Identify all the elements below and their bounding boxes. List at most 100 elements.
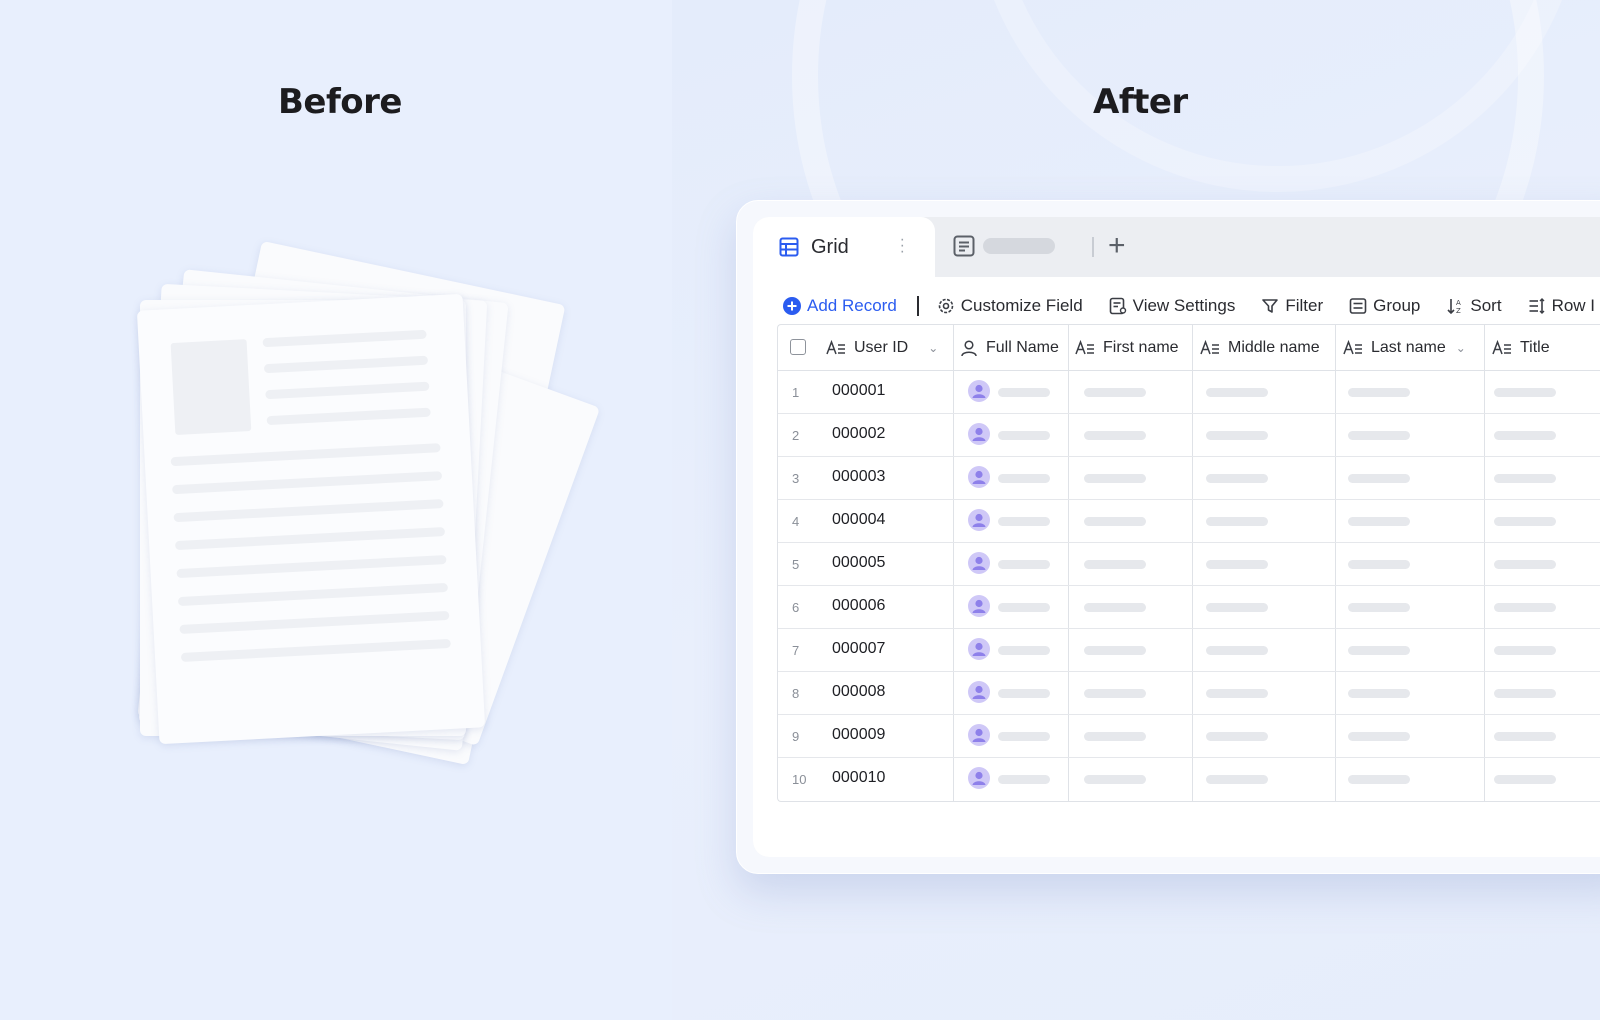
cell-placeholder[interactable] (1206, 732, 1268, 741)
user-id-cell[interactable]: 000002 (832, 425, 885, 443)
select-all-checkbox[interactable] (790, 339, 806, 355)
cell-placeholder[interactable] (1348, 646, 1410, 655)
paper-text-line (177, 582, 449, 607)
cell-placeholder[interactable] (998, 474, 1050, 483)
cell-placeholder[interactable] (1206, 431, 1268, 440)
table-row[interactable]: 8 000008 (778, 672, 1600, 715)
avatar (968, 552, 990, 574)
table-row[interactable]: 10 000010 (778, 758, 1600, 800)
cell-placeholder[interactable] (1348, 388, 1410, 397)
user-id-cell[interactable]: 000001 (832, 382, 885, 400)
table-row[interactable]: 2 000002 (778, 414, 1600, 457)
user-id-cell[interactable]: 000008 (832, 683, 885, 701)
user-id-cell[interactable]: 000007 (832, 640, 885, 658)
more-options-icon[interactable]: · · · (900, 232, 905, 260)
cell-placeholder[interactable] (1084, 646, 1146, 655)
cell-placeholder[interactable] (1206, 474, 1268, 483)
group-button[interactable]: Group (1349, 296, 1420, 316)
cell-placeholder[interactable] (1348, 732, 1410, 741)
cell-placeholder[interactable] (1494, 603, 1556, 612)
cell-placeholder[interactable] (1084, 732, 1146, 741)
cell-placeholder[interactable] (1084, 388, 1146, 397)
column-header-first-name[interactable]: First name (1075, 325, 1179, 370)
cell-placeholder[interactable] (1348, 560, 1410, 569)
cell-placeholder[interactable] (1494, 646, 1556, 655)
row-height-label: Row I (1551, 296, 1596, 315)
table-row[interactable]: 7 000007 (778, 629, 1600, 672)
column-header-user-id[interactable]: User ID ⌄ (826, 325, 938, 370)
cell-placeholder[interactable] (1084, 775, 1146, 784)
table-row[interactable]: 5 000005 (778, 543, 1600, 586)
table-row[interactable]: 4 000004 (778, 500, 1600, 543)
customize-field-button[interactable]: Customize Field (937, 296, 1083, 316)
table-row[interactable]: 9 000009 (778, 715, 1600, 758)
cell-placeholder[interactable] (1206, 775, 1268, 784)
view-settings-label: View Settings (1132, 296, 1236, 315)
cell-placeholder[interactable] (1348, 474, 1410, 483)
cell-placeholder[interactable] (1084, 689, 1146, 698)
cell-placeholder[interactable] (1348, 775, 1410, 784)
column-header-label: Title (1520, 338, 1550, 356)
table-row[interactable]: 1 000001 (778, 371, 1600, 414)
user-id-cell[interactable]: 000006 (832, 597, 885, 615)
user-id-cell[interactable]: 000003 (832, 468, 885, 486)
cell-placeholder[interactable] (1206, 689, 1268, 698)
cell-placeholder[interactable] (1348, 431, 1410, 440)
view-settings-button[interactable]: View Settings (1109, 296, 1236, 316)
cell-placeholder[interactable] (1348, 689, 1410, 698)
cell-placeholder[interactable] (998, 431, 1050, 440)
cell-placeholder[interactable] (998, 646, 1050, 655)
cell-placeholder[interactable] (1494, 732, 1556, 741)
column-header-full-name[interactable]: Full Name (960, 325, 1059, 370)
cell-placeholder[interactable] (1084, 517, 1146, 526)
cell-placeholder[interactable] (998, 775, 1050, 784)
cell-placeholder[interactable] (1084, 560, 1146, 569)
cell-placeholder[interactable] (998, 388, 1050, 397)
cell-placeholder[interactable] (1206, 388, 1268, 397)
table-row[interactable]: 6 000006 (778, 586, 1600, 629)
tab-form-view[interactable] (953, 235, 1055, 257)
cell-placeholder[interactable] (1084, 474, 1146, 483)
cell-placeholder[interactable] (1494, 388, 1556, 397)
column-header-title[interactable]: Title (1492, 325, 1550, 370)
user-id-cell[interactable]: 000010 (832, 769, 885, 787)
cell-placeholder[interactable] (998, 603, 1050, 612)
cell-placeholder[interactable] (1084, 431, 1146, 440)
column-header-label: Full Name (986, 338, 1059, 356)
row-number: 4 (792, 514, 800, 529)
cell-placeholder[interactable] (1206, 517, 1268, 526)
filter-button[interactable]: Filter (1261, 296, 1323, 316)
user-id-cell[interactable]: 000009 (832, 726, 885, 744)
user-id-cell[interactable]: 000004 (832, 511, 885, 529)
user-id-cell[interactable]: 000005 (832, 554, 885, 572)
cell-placeholder[interactable] (998, 732, 1050, 741)
cell-placeholder[interactable] (1206, 560, 1268, 569)
cell-placeholder[interactable] (1494, 775, 1556, 784)
chevron-down-icon[interactable]: ⌄ (928, 341, 938, 355)
cell-placeholder[interactable] (998, 689, 1050, 698)
cell-placeholder[interactable] (1084, 603, 1146, 612)
view-settings-icon (1109, 297, 1126, 315)
column-header-last-name[interactable]: Last name ⌄ (1343, 325, 1466, 370)
row-height-button[interactable]: Row I (1528, 296, 1595, 316)
tab-grid[interactable]: Grid · · · (753, 217, 935, 277)
sort-button[interactable]: A Z Sort (1446, 296, 1502, 316)
add-tab-icon[interactable]: + (1108, 231, 1126, 261)
cell-placeholder[interactable] (1206, 603, 1268, 612)
cell-placeholder[interactable] (1494, 431, 1556, 440)
cell-placeholder[interactable] (1206, 646, 1268, 655)
cell-placeholder[interactable] (1494, 474, 1556, 483)
row-number: 1 (792, 385, 800, 400)
column-header-middle-name[interactable]: Middle name (1200, 325, 1320, 370)
chevron-down-icon[interactable]: ⌄ (1456, 341, 1466, 355)
cell-placeholder[interactable] (1494, 689, 1556, 698)
add-record-button[interactable]: Add Record (783, 296, 897, 316)
cell-placeholder[interactable] (1494, 517, 1556, 526)
cell-placeholder[interactable] (1348, 603, 1410, 612)
cell-placeholder[interactable] (998, 517, 1050, 526)
cell-placeholder[interactable] (998, 560, 1050, 569)
text-field-icon (826, 339, 845, 354)
table-row[interactable]: 3 000003 (778, 457, 1600, 500)
cell-placeholder[interactable] (1494, 560, 1556, 569)
cell-placeholder[interactable] (1348, 517, 1410, 526)
